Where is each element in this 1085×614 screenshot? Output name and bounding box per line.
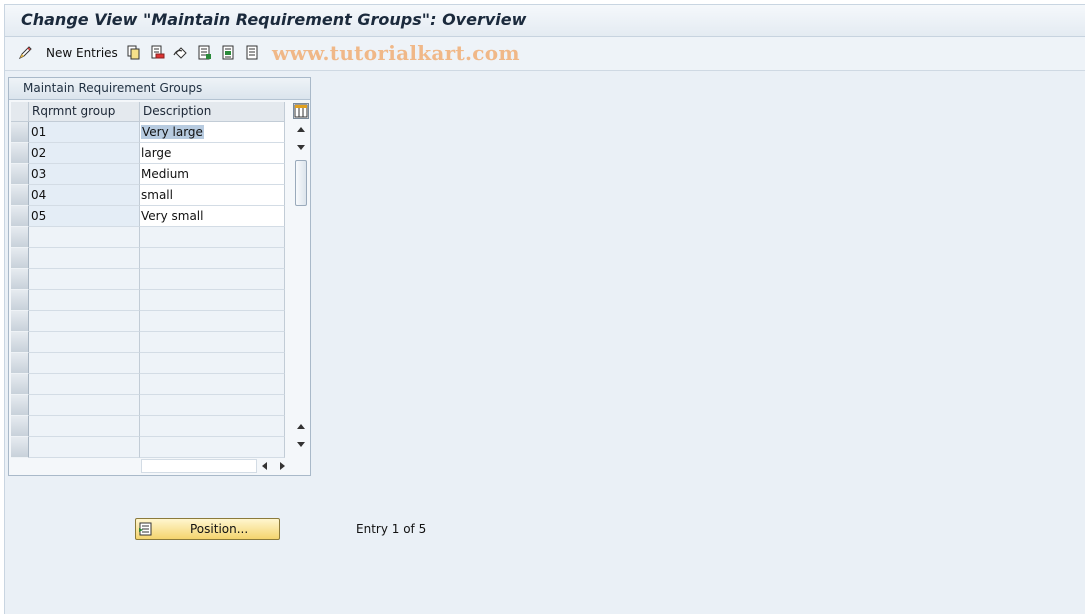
table-settings-icon: [294, 104, 308, 118]
delete-icon[interactable]: [150, 45, 165, 60]
main-window: Change View "Maintain Requirement Groups…: [4, 4, 1085, 614]
empty-cell: [29, 290, 140, 311]
empty-cell: [140, 269, 285, 290]
panel-title: Maintain Requirement Groups: [23, 81, 203, 95]
group-cell[interactable]: 03: [29, 164, 140, 185]
row-selector[interactable]: [11, 206, 29, 227]
row-selector[interactable]: [11, 416, 29, 437]
empty-cell: [29, 395, 140, 416]
entry-counter: Entry 1 of 5: [356, 522, 427, 536]
row-selector[interactable]: [11, 437, 29, 458]
empty-cell: [29, 332, 140, 353]
deselect-all-icon[interactable]: [245, 45, 260, 60]
empty-cell: [140, 311, 285, 332]
description-cell[interactable]: large: [140, 143, 285, 164]
description-cell[interactable]: Very large: [140, 122, 285, 143]
copy-icon[interactable]: [126, 45, 141, 60]
scroll-down-icon[interactable]: [297, 442, 305, 447]
select-all-icon[interactable]: [197, 45, 212, 60]
empty-cell: [140, 437, 285, 458]
description-cell[interactable]: Very small: [140, 206, 285, 227]
scroll-page-up-icon[interactable]: [297, 424, 305, 429]
group-cell[interactable]: 01: [29, 122, 140, 143]
empty-cell: [140, 353, 285, 374]
vertical-scroll-thumb[interactable]: [295, 160, 307, 206]
position-button[interactable]: Position...: [135, 518, 280, 540]
row-selector[interactable]: [11, 353, 29, 374]
page-title: Change View "Maintain Requirement Groups…: [21, 10, 527, 29]
group-cell[interactable]: 05: [29, 206, 140, 227]
empty-cell: [29, 311, 140, 332]
description-cell[interactable]: Medium: [140, 164, 285, 185]
empty-cell: [140, 374, 285, 395]
row-selector[interactable]: [11, 374, 29, 395]
scroll-right-icon[interactable]: [280, 462, 285, 470]
column-header-description[interactable]: Description: [140, 102, 285, 122]
select-all-rows-header[interactable]: [11, 102, 29, 122]
scroll-up-icon[interactable]: [297, 127, 305, 132]
panel-header: Maintain Requirement Groups: [9, 78, 310, 100]
horizontal-scrollbar[interactable]: [141, 459, 257, 473]
row-selector[interactable]: [11, 248, 29, 269]
empty-cell: [29, 269, 140, 290]
row-selector[interactable]: [11, 122, 29, 143]
scroll-left-icon[interactable]: [262, 462, 267, 470]
empty-cell: [140, 290, 285, 311]
empty-cell: [140, 248, 285, 269]
row-selector[interactable]: [11, 269, 29, 290]
table-control-panel: Maintain Requirement Groups Rqrmnt group…: [8, 77, 311, 476]
row-selector[interactable]: [11, 332, 29, 353]
empty-cell: [140, 227, 285, 248]
scroll-page-down-icon[interactable]: [297, 145, 305, 150]
group-cell[interactable]: 02: [29, 143, 140, 164]
group-cell[interactable]: 04: [29, 185, 140, 206]
empty-cell: [29, 248, 140, 269]
edit-pencil-icon[interactable]: [18, 45, 33, 60]
selected-description-text[interactable]: Very large: [141, 125, 204, 139]
empty-cell: [140, 416, 285, 437]
empty-cell: [29, 374, 140, 395]
select-block-icon[interactable]: [221, 45, 236, 60]
row-selector[interactable]: [11, 143, 29, 164]
row-selector[interactable]: [11, 395, 29, 416]
description-cell[interactable]: small: [140, 185, 285, 206]
application-toolbar: New Entries www.tutorialkart.com: [5, 37, 1085, 71]
row-selector[interactable]: [11, 311, 29, 332]
empty-cell: [29, 353, 140, 374]
undo-icon[interactable]: [173, 45, 188, 60]
position-button-label: Position...: [190, 522, 249, 536]
new-entries-button[interactable]: New Entries: [46, 46, 118, 60]
empty-cell: [140, 395, 285, 416]
row-selector[interactable]: [11, 185, 29, 206]
empty-cell: [140, 332, 285, 353]
column-header-rqrmnt-group[interactable]: Rqrmnt group: [29, 102, 140, 122]
position-icon: [139, 522, 152, 536]
watermark-text: www.tutorialkart.com: [272, 41, 520, 65]
empty-cell: [29, 437, 140, 458]
empty-cell: [29, 227, 140, 248]
row-selector[interactable]: [11, 290, 29, 311]
row-selector[interactable]: [11, 164, 29, 185]
table-settings-button[interactable]: [293, 103, 309, 119]
empty-cell: [29, 416, 140, 437]
title-bar: Change View "Maintain Requirement Groups…: [5, 5, 1085, 37]
row-selector[interactable]: [11, 227, 29, 248]
